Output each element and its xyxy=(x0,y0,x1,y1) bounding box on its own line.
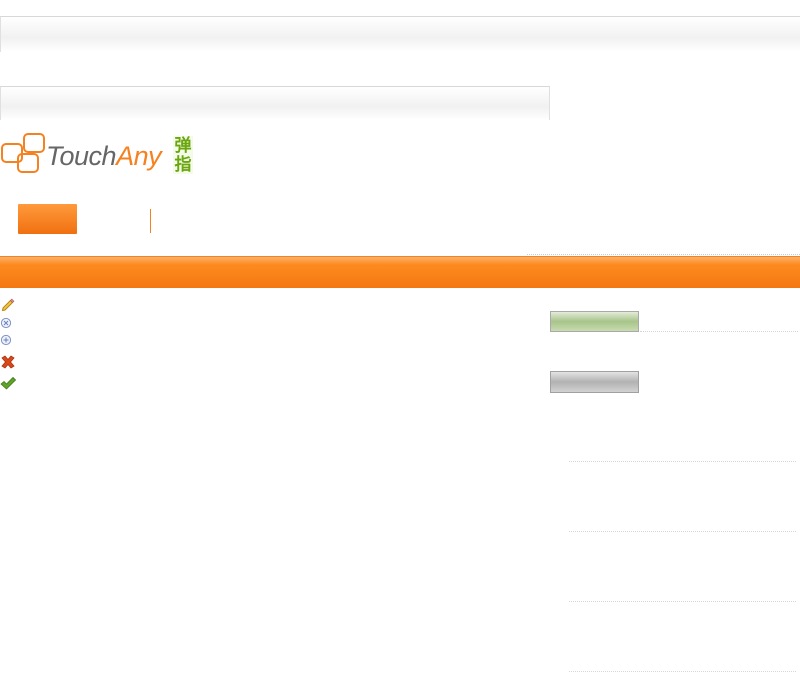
menu-band xyxy=(0,256,800,288)
right-panel-divider xyxy=(569,601,796,602)
pencil-icon[interactable] xyxy=(0,296,16,312)
nav-tab-active[interactable] xyxy=(18,204,77,234)
nav-separator xyxy=(150,209,151,233)
right-panel-divider xyxy=(569,671,796,672)
logo-wordmark: TouchAny xyxy=(46,140,162,172)
cancel-circle-icon[interactable] xyxy=(0,316,16,332)
top-header-bar xyxy=(0,16,800,52)
add-circle-icon[interactable] xyxy=(0,333,16,349)
grey-action-button[interactable] xyxy=(550,371,639,393)
right-panel-divider xyxy=(569,531,796,532)
right-panel-divider xyxy=(569,461,796,462)
green-action-button[interactable] xyxy=(550,311,639,332)
logo-badge: 弹指 xyxy=(173,136,193,174)
checkmark-icon[interactable] xyxy=(0,375,16,391)
secondary-header-bar xyxy=(0,86,550,120)
logo-squares-icon xyxy=(1,133,45,173)
touchany-logo[interactable]: TouchAny 弹指 xyxy=(0,130,200,176)
logo-text-touch: Touch xyxy=(46,141,117,171)
delete-x-icon[interactable] xyxy=(0,354,16,370)
header-divider xyxy=(527,254,800,255)
logo-text-any: Any xyxy=(116,141,162,171)
right-panel-divider xyxy=(640,331,798,332)
